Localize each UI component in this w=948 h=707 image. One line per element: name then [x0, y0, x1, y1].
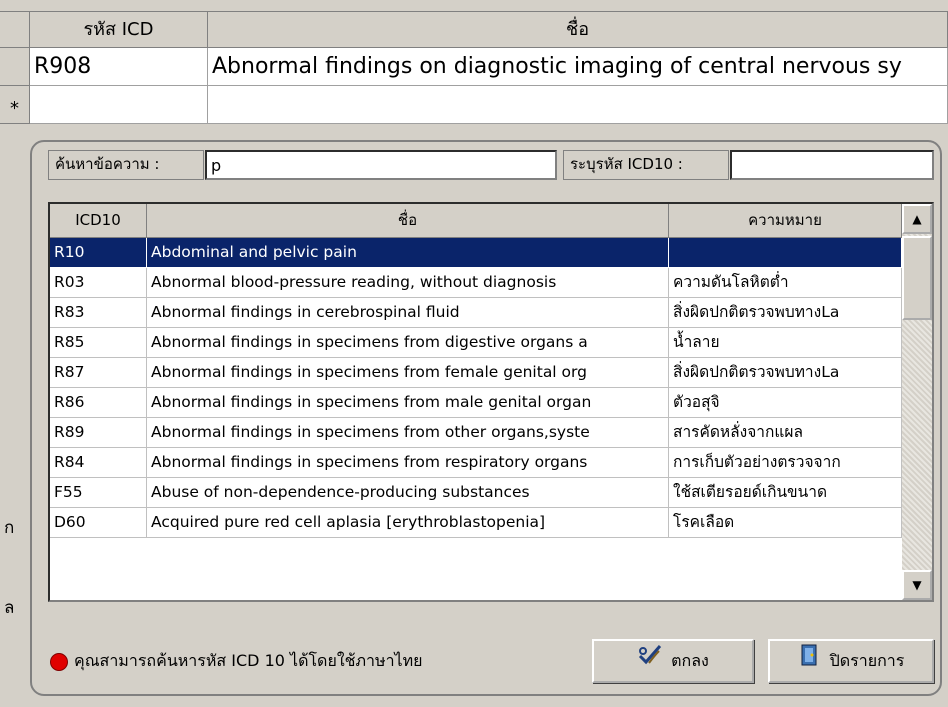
background-grid: รหัส ICD ชื่อ R908 Abnormal findings on … — [0, 0, 948, 130]
icd10-code-label: ระบุรหัส ICD10 : — [563, 150, 729, 180]
list-row[interactable]: R83 Abnormal findings in cerebrospinal fl… — [50, 298, 902, 328]
vertical-scrollbar[interactable]: ▲ ▼ — [902, 204, 932, 600]
side-label-1: ก — [4, 518, 15, 538]
list-cell-name[interactable]: Acquired pure red cell aplasia [erythrob… — [147, 508, 669, 538]
list-cell-code[interactable]: D60 — [50, 508, 147, 538]
close-list-button-label: ปิดรายการ — [829, 651, 905, 670]
list-cell-name[interactable]: Abnormal findings in specimens from fema… — [147, 358, 669, 388]
list-cell-code[interactable]: R83 — [50, 298, 147, 328]
list-cell-meaning[interactable]: โรคเลือด — [669, 508, 902, 538]
list-cell-name[interactable]: Abnormal blood-pressure reading, without… — [147, 268, 669, 298]
ok-button[interactable]: ตกลง — [592, 639, 754, 683]
list-row[interactable]: R86 Abnormal findings in specimens from m… — [50, 388, 902, 418]
search-text-label: ค้นหาข้อความ : — [48, 150, 204, 180]
scroll-down-arrow-icon[interactable]: ▼ — [902, 570, 932, 600]
cell-icd-code[interactable]: R908 — [30, 48, 208, 86]
list-cell-meaning[interactable]: สิ่งผิดปกติตรวจพบทางLa — [669, 298, 902, 328]
list-cell-name[interactable]: Abnormal findings in cerebrospinal fluid — [147, 298, 669, 328]
list-row[interactable]: R84 Abnormal findings in specimens from r… — [50, 448, 902, 478]
list-cell-code[interactable]: R03 — [50, 268, 147, 298]
list-cell-code[interactable]: R89 — [50, 418, 147, 448]
list-row[interactable]: R10 Abdominal and pelvic pain — [50, 238, 902, 268]
close-list-button[interactable]: ปิดรายการ — [768, 639, 934, 683]
list-cell-meaning[interactable]: ใช้สเตียรอยด์เกินขนาด — [669, 478, 902, 508]
list-cell-code[interactable]: R85 — [50, 328, 147, 358]
list-cell-meaning[interactable] — [669, 238, 902, 268]
search-input[interactable] — [205, 150, 557, 180]
list-cell-code[interactable]: F55 — [50, 478, 147, 508]
list-row[interactable]: R85 Abnormal findings in specimens from d… — [50, 328, 902, 358]
list-cell-code[interactable]: R10 — [50, 238, 147, 268]
list-row[interactable]: R03 Abnormal blood-pressure reading, with… — [50, 268, 902, 298]
list-header-name[interactable]: ชื่อ — [147, 204, 669, 238]
column-header-name[interactable]: ชื่อ — [208, 12, 948, 48]
list-cell-code[interactable]: R84 — [50, 448, 147, 478]
list-cell-code[interactable]: R86 — [50, 388, 147, 418]
row-selector[interactable] — [0, 48, 30, 86]
list-cell-name[interactable]: Abuse of non-dependence-producing substa… — [147, 478, 669, 508]
list-row[interactable]: R89 Abnormal findings in specimens from o… — [50, 418, 902, 448]
list-row[interactable]: D60 Acquired pure red cell aplasia [eryth… — [50, 508, 902, 538]
scroll-up-arrow-icon[interactable]: ▲ — [902, 204, 932, 234]
list-cell-name[interactable]: Abnormal findings in specimens from dige… — [147, 328, 669, 358]
list-cell-name[interactable]: Abnormal findings in specimens from resp… — [147, 448, 669, 478]
list-row[interactable]: F55 Abuse of non-dependence-producing sub… — [50, 478, 902, 508]
column-header-icd-code[interactable]: รหัส ICD — [30, 12, 208, 48]
list-cell-meaning[interactable]: น้ำลาย — [669, 328, 902, 358]
list-header-icd10[interactable]: ICD10 — [50, 204, 147, 238]
icd10-results-list[interactable]: ICD10 ชื่อ ความหมาย R10 Abdominal and pel… — [48, 202, 934, 602]
list-cell-name[interactable]: Abnormal findings in specimens from male… — [147, 388, 669, 418]
side-label-2: ล — [4, 598, 15, 618]
list-cell-meaning[interactable]: การเก็บตัวอย่างตรวจจาก — [669, 448, 902, 478]
hint-text: คุณสามารถค้นหารหัส ICD 10 ได้โดยใช้ภาษาไ… — [74, 651, 423, 670]
icd10-code-input[interactable] — [730, 150, 934, 180]
list-cell-name[interactable]: Abnormal findings in specimens from othe… — [147, 418, 669, 448]
red-dot-icon — [50, 653, 68, 671]
list-header-meaning[interactable]: ความหมาย — [669, 204, 902, 238]
list-cell-meaning[interactable]: สารคัดหลั่งจากแผล — [669, 418, 902, 448]
list-cell-meaning[interactable]: สิ่งผิดปกติตรวจพบทางLa — [669, 358, 902, 388]
list-cell-meaning[interactable]: ตัวอสุจิ — [669, 388, 902, 418]
ok-button-label: ตกลง — [671, 651, 709, 670]
list-cell-code[interactable]: R87 — [50, 358, 147, 388]
list-cell-name[interactable]: Abdominal and pelvic pain — [147, 238, 669, 268]
cell-name[interactable]: Abnormal findings on diagnostic imaging … — [208, 48, 948, 86]
new-row-marker[interactable]: * — [0, 86, 30, 124]
row-selector-header — [0, 12, 30, 48]
new-row-icd-code[interactable] — [30, 86, 208, 124]
scrollbar-thumb[interactable] — [902, 236, 932, 320]
list-row[interactable]: R87 Abnormal findings in specimens from f… — [50, 358, 902, 388]
checkmark-pen-icon — [637, 642, 663, 682]
list-cell-meaning[interactable]: ความดันโลหิตต่ำ — [669, 268, 902, 298]
new-row-name[interactable] — [208, 86, 948, 124]
door-exit-icon — [798, 642, 822, 682]
